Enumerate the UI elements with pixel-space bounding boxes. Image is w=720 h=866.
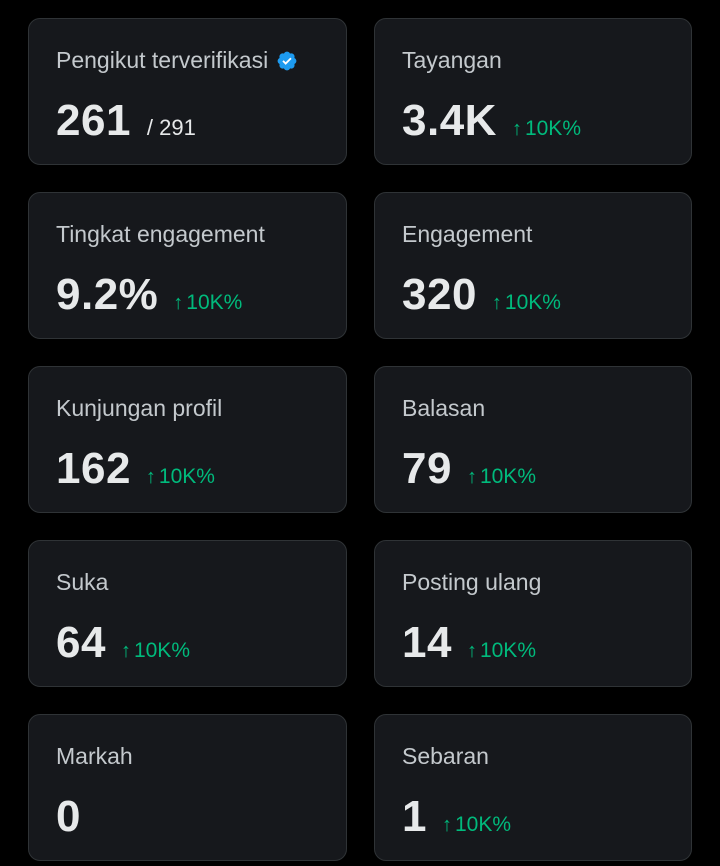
stat-label: Tingkat engagement [56,221,265,247]
stat-values: 261 / 291 [56,95,196,147]
stat-label: Posting ulang [402,569,542,595]
stat-label: Kunjungan profil [56,395,223,421]
verified-badge-icon [276,49,298,71]
stat-values: 1 ↑ 10K% [402,791,511,843]
arrow-up-icon: ↑ [466,640,477,662]
arrow-up-icon: ↑ [173,292,184,314]
stat-card-tingkat-engagement[interactable]: Tingkat engagement 9.2% ↑ 10K% [28,192,347,339]
arrow-up-icon: ↑ [145,466,156,488]
stat-value: 162 [56,444,131,493]
stat-label-row: Pengikut terverifikasi [56,45,298,75]
stat-change: ↑ 10K% [492,291,561,315]
stat-change-value: 10K% [479,465,536,488]
stat-value: 64 [56,618,106,667]
stat-change: ↑ 10K% [467,465,536,489]
stat-label-row: Sebaran [402,741,489,771]
stat-card-tayangan[interactable]: Tayangan 3.4K ↑ 10K% [374,18,692,165]
stat-values: 320 ↑ 10K% [402,269,561,321]
stat-change: ↑ 10K% [467,639,536,663]
stat-change: ↑ 10K% [512,117,581,141]
stat-value: 79 [402,444,452,493]
stat-change: ↑ 10K% [121,639,190,663]
stat-value: 261 [56,96,131,145]
stat-change-value: 10K% [504,291,561,314]
stat-label-row: Balasan [402,393,485,423]
stat-label: Balasan [402,395,486,421]
stat-label-row: Kunjungan profil [56,393,222,423]
stat-total: / 291 [146,115,196,140]
stat-value: 320 [402,270,477,319]
stat-card-markah[interactable]: Markah 0 [28,714,347,861]
stat-label: Suka [56,569,109,595]
stat-label: Markah [56,743,133,769]
stat-card-balasan[interactable]: Balasan 79 ↑ 10K% [374,366,692,513]
stat-values: 64 ↑ 10K% [56,617,190,669]
stat-label: Engagement [402,221,533,247]
stat-card-engagement[interactable]: Engagement 320 ↑ 10K% [374,192,692,339]
stat-values: 9.2% ↑ 10K% [56,269,242,321]
stat-change: ↑ 10K% [146,465,215,489]
stat-value: 3.4K [402,96,497,145]
stat-change-value: 10K% [158,465,215,488]
stat-values: 3.4K ↑ 10K% [402,95,581,147]
stat-change: ↑ 10K% [173,291,242,315]
stat-value: 9.2% [56,270,159,319]
arrow-up-icon: ↑ [120,640,131,662]
stat-values: 0 [56,791,81,843]
stat-change: ↑ 10K% [442,813,511,837]
stat-change-value: 10K% [186,291,243,314]
stat-value: 14 [402,618,452,667]
stat-card-suka[interactable]: Suka 64 ↑ 10K% [28,540,347,687]
stat-label-row: Tayangan [402,45,502,75]
arrow-up-icon: ↑ [441,814,452,836]
stat-label-row: Posting ulang [402,567,541,597]
stat-change-value: 10K% [524,117,581,140]
stat-label-row: Suka [56,567,108,597]
arrow-up-icon: ↑ [491,292,502,314]
stat-label: Pengikut terverifikasi [56,47,269,73]
stat-change-value: 10K% [454,813,512,836]
stat-label: Sebaran [402,743,489,769]
stat-label-row: Markah [56,741,133,771]
arrow-up-icon: ↑ [466,466,477,488]
stat-label: Tayangan [402,47,502,73]
stat-change-value: 10K% [479,639,536,662]
arrow-up-icon: ↑ [511,118,522,140]
stat-value: 0 [56,792,81,841]
stat-card-posting-ulang[interactable]: Posting ulang 14 ↑ 10K% [374,540,692,687]
stat-label-row: Engagement [402,219,532,249]
stat-value: 1 [402,792,427,841]
stat-label-row: Tingkat engagement [56,219,265,249]
stat-values: 79 ↑ 10K% [402,443,536,495]
stat-card-pengikut-terverifikasi[interactable]: Pengikut terverifikasi 261 / 291 [28,18,347,165]
stat-card-sebaran[interactable]: Sebaran 1 ↑ 10K% [374,714,692,861]
analytics-stats-grid: Pengikut terverifikasi 261 / 291 Tayanga… [28,18,692,861]
stat-values: 162 ↑ 10K% [56,443,215,495]
stat-card-kunjungan-profil[interactable]: Kunjungan profil 162 ↑ 10K% [28,366,347,513]
stat-change-value: 10K% [133,639,190,662]
stat-values: 14 ↑ 10K% [402,617,536,669]
